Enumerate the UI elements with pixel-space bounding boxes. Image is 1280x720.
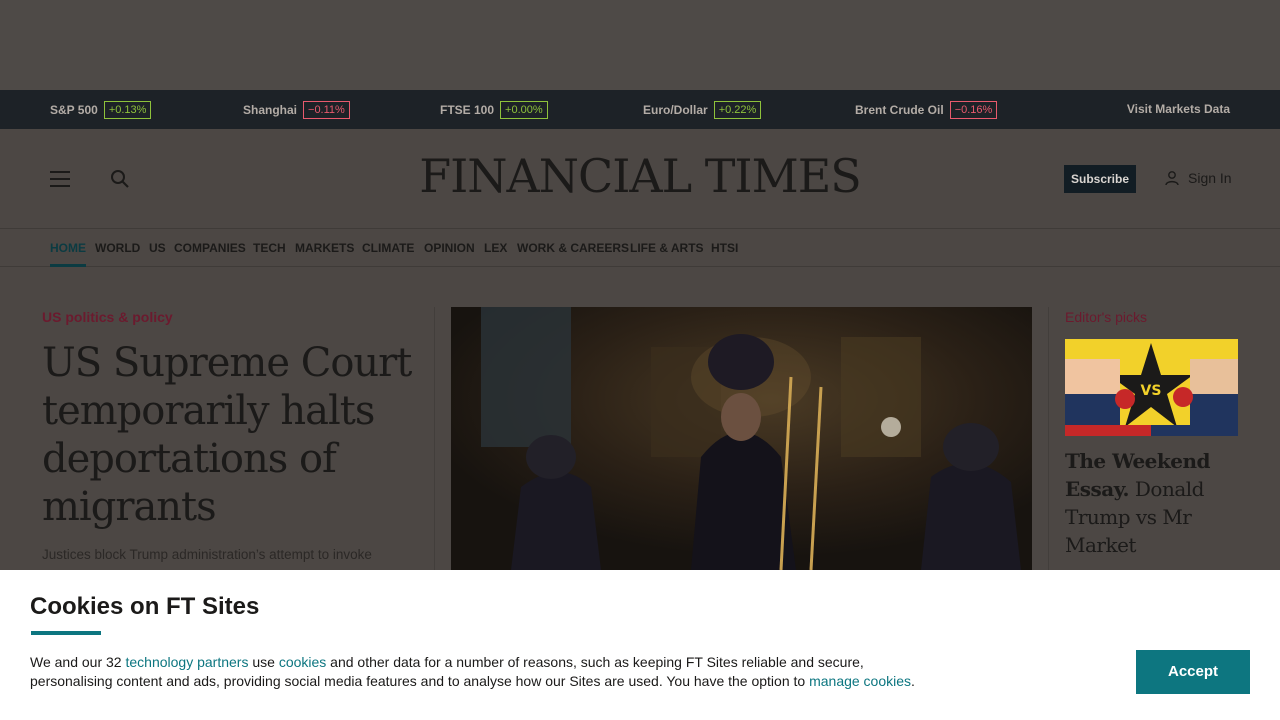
lead-standfirst: Justices block Trump administration’s at… (42, 547, 372, 562)
user-icon (1165, 171, 1179, 186)
ticker-name: FTSE 100 (440, 102, 495, 117)
masthead: FINANCIAL TIMES Subscribe Sign In (0, 129, 1280, 229)
ticker-item[interactable]: Euro/Dollar +0.22% (643, 90, 762, 129)
accept-cookies-button[interactable]: Accept (1136, 650, 1250, 694)
sign-in-link[interactable]: Sign In (1164, 170, 1232, 186)
nav-item-work-careers[interactable]: WORK & CAREERS (517, 230, 629, 267)
markets-ticker: S&P 500 +0.13% Shanghai −0.11% FTSE 100 … (0, 90, 1280, 129)
nav-item-opinion[interactable]: OPINION (424, 230, 475, 267)
ticker-change: +0.13% (103, 100, 152, 119)
ticker-name: Brent Crude Oil (855, 102, 944, 117)
editors-picks-headline[interactable]: The Weekend Essay. Donald Trump vs Mr Ma… (1065, 447, 1245, 559)
column-divider (1048, 307, 1049, 570)
cookie-text-part: . (911, 673, 915, 689)
ticker-name: S&P 500 (50, 102, 98, 117)
cookie-title-underline (31, 631, 101, 635)
site-logo[interactable]: FINANCIAL TIMES (390, 149, 890, 203)
nav-item-home[interactable]: HOME (50, 230, 86, 267)
cookie-banner: Cookies on FT Sites We and our 32 techno… (0, 570, 1280, 720)
editors-picks-label[interactable]: Editor's picks (1065, 309, 1147, 325)
lead-story-image[interactable] (451, 307, 1032, 570)
story-topic-tag[interactable]: US politics & policy (42, 309, 173, 325)
hamburger-menu-icon[interactable] (50, 170, 70, 188)
nav-item-us[interactable]: US (149, 230, 166, 267)
nav-item-companies[interactable]: COMPANIES (174, 230, 246, 267)
search-icon[interactable] (110, 169, 130, 189)
ticker-item[interactable]: FTSE 100 +0.00% (440, 90, 548, 129)
cookie-banner-title: Cookies on FT Sites (30, 593, 260, 620)
ticker-item[interactable]: S&P 500 +0.13% (50, 90, 152, 129)
manage-cookies-link[interactable]: manage cookies (809, 673, 911, 689)
nav-item-climate[interactable]: CLIMATE (362, 230, 414, 267)
ticker-change: +0.00% (500, 100, 548, 119)
nav-item-markets[interactable]: MARKETS (295, 230, 354, 267)
editors-picks-image[interactable]: VS (1065, 339, 1238, 436)
ticker-change: −0.11% (303, 100, 350, 119)
ticker-name: Euro/Dollar (643, 102, 708, 117)
nav-item-lex[interactable]: LEX (484, 230, 507, 267)
cookies-link[interactable]: cookies (279, 654, 326, 670)
ticker-item[interactable]: Brent Crude Oil −0.16% (855, 90, 998, 129)
subscribe-button[interactable]: Subscribe (1064, 165, 1136, 193)
ticker-name: Shanghai (243, 102, 298, 117)
lead-headline[interactable]: US Supreme Court temporarily halts depor… (42, 339, 412, 531)
visit-markets-data-link[interactable]: Visit Markets Data (1127, 90, 1230, 129)
cookie-text-part: use (248, 654, 279, 670)
technology-partners-link[interactable]: technology partners (125, 654, 248, 670)
ad-slot (0, 0, 1280, 90)
sign-in-label: Sign In (1188, 170, 1232, 186)
nav-item-htsi[interactable]: HTSI (711, 230, 738, 267)
nav-item-tech[interactable]: TECH (253, 230, 286, 267)
top-stories: US politics & policy US Supreme Court te… (0, 267, 1280, 570)
cookie-text-part: We and our 32 (30, 654, 126, 670)
column-divider (434, 307, 435, 570)
vs-text: VS (1141, 383, 1162, 399)
nav-item-world[interactable]: WORLD (95, 230, 140, 267)
ticker-change: −0.16% (949, 100, 998, 119)
ticker-item[interactable]: Shanghai −0.11% (243, 90, 350, 129)
main-navigation: HOME WORLD US COMPANIES TECH MARKETS CLI… (0, 230, 1280, 267)
cookie-banner-text: We and our 32 technology partners use co… (30, 653, 940, 691)
nav-item-life-arts[interactable]: LIFE & ARTS (630, 230, 704, 267)
ticker-change: +0.22% (713, 100, 762, 119)
